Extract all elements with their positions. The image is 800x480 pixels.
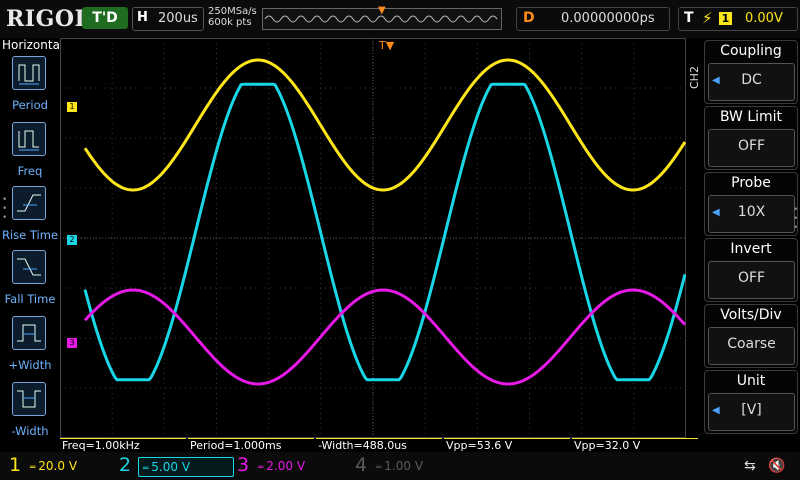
ch1-marker[interactable]: 1 — [67, 102, 77, 112]
measurement-bar: Freq=1.00kHz Period=1.000ms -Width=488.0… — [60, 438, 700, 452]
delay-label: D — [523, 10, 535, 26]
waveform-display[interactable] — [60, 38, 687, 438]
ch2-scale[interactable]: ═ 5.00 V — [138, 457, 234, 477]
acquisition-info: 250MSa/s 600k pts — [208, 6, 257, 28]
menu-item-positive-width[interactable]: +Width — [0, 316, 60, 380]
right-menu-page-dots-icon: • • • — [793, 205, 799, 233]
trigger-label: T — [684, 10, 694, 26]
menu-title: Horizontal — [2, 38, 64, 52]
softkey-value: [V] — [741, 402, 762, 418]
ch2-scale-value: 5.00 V — [151, 460, 191, 474]
softkey-bw-limit[interactable]: BW Limit OFF — [704, 106, 798, 170]
usb-icon: ⇆ — [744, 458, 756, 474]
ch1-trace — [83, 58, 687, 192]
ch3-scale-value: 2.00 V — [266, 459, 306, 473]
trigger-position-marker-icon: ▼ — [378, 5, 386, 16]
ch3-scale[interactable]: ═ 2.00 V — [258, 457, 338, 475]
softkey-value-box: Coarse — [708, 327, 795, 365]
menu-item-label: Rise Time — [1, 228, 59, 242]
top-status-bar: RIGOL T'D H 200us 250MSa/s 600k pts ▼ D … — [0, 0, 800, 38]
softkey-value-box: ◀ 10X — [708, 195, 795, 233]
menu-item-label: +Width — [8, 358, 52, 372]
measurement-vpp-1: Vpp=53.6 V — [444, 438, 570, 452]
trigger-box[interactable]: T ⚡ 1 0.00V — [678, 7, 798, 31]
softkey-title: Volts/Div — [720, 307, 782, 323]
softkey-value-box: OFF — [708, 129, 795, 167]
ch4-number[interactable]: 4 — [352, 454, 370, 476]
ch2-number[interactable]: 2 — [116, 454, 134, 476]
measurement-period: Period=1.000ms — [188, 438, 314, 452]
sample-rate: 250MSa/s — [208, 6, 257, 17]
measurement-negative-width: -Width=488.0us — [316, 438, 442, 452]
trigger-source: 1 — [719, 12, 732, 25]
menu-item-negative-width[interactable]: -Width — [0, 382, 60, 446]
rise-time-icon — [12, 186, 46, 220]
ch4-scale-value: 1.00 V — [384, 459, 424, 473]
horizontal-label: H — [137, 10, 148, 25]
menu-item-label: Period — [12, 98, 48, 112]
softkey-title: Probe — [731, 175, 771, 191]
softkey-value: Coarse — [727, 336, 776, 352]
positive-width-icon — [12, 316, 46, 350]
ch3-trace — [83, 288, 687, 386]
softkey-value-box: ◀ [V] — [708, 393, 795, 431]
measurement-freq: Freq=1.00kHz — [60, 438, 186, 452]
rising-edge-icon: ⚡ — [702, 9, 713, 27]
softkey-title: Coupling — [720, 43, 782, 59]
softkey-title: Unit — [736, 373, 766, 389]
softkey-probe[interactable]: Probe ◀ 10X — [704, 172, 798, 236]
softkey-coupling[interactable]: Coupling ◀ DC — [704, 40, 798, 104]
memory-depth: 600k pts — [208, 17, 252, 28]
softkey-title: Invert — [730, 241, 772, 257]
ch4-scale[interactable]: ═ 1.00 V — [376, 457, 456, 475]
softkey-volts-div[interactable]: Volts/Div Coarse — [704, 304, 798, 368]
channel-tab: CH2 — [688, 66, 701, 90]
menu-item-rise-time[interactable]: Rise Time — [0, 186, 60, 250]
softkey-value: 10X — [737, 204, 766, 220]
ch1-scale-value: 20.0 V — [38, 459, 78, 473]
softkey-value: OFF — [737, 138, 766, 154]
softkey-invert[interactable]: Invert OFF — [704, 238, 798, 302]
ch2-marker[interactable]: 2 — [67, 235, 77, 245]
right-softkey-menu: Coupling ◀ DC BW Limit OFF Probe ◀ 10X I… — [704, 38, 800, 438]
timebase-value: 200us — [158, 11, 198, 26]
ch2-trace — [83, 82, 687, 382]
delay-box[interactable]: D 0.00000000ps — [516, 7, 670, 31]
rigol-logo: RIGOL — [6, 6, 91, 32]
menu-item-freq[interactable]: Freq — [0, 122, 60, 186]
menu-item-fall-time[interactable]: Fall Time — [0, 250, 60, 314]
softkey-title: BW Limit — [719, 109, 783, 125]
trigger-time-marker-icon: T▼ — [379, 39, 395, 52]
measurement-vpp-2: Vpp=32.0 V — [572, 438, 698, 452]
left-softkey-menu: Horizontal Period Freq Rise Time Fall Ti… — [0, 38, 64, 438]
ch1-scale[interactable]: ═ 20.0 V — [30, 457, 100, 475]
negative-width-icon — [12, 382, 46, 416]
run-status-badge[interactable]: T'D — [82, 7, 128, 29]
speaker-muted-icon[interactable]: 🔇 — [768, 458, 785, 474]
softkey-value: DC — [741, 72, 762, 88]
fall-time-icon — [12, 250, 46, 284]
timebase-box[interactable]: H 200us — [132, 7, 204, 31]
ch3-marker[interactable]: 3 — [67, 338, 77, 348]
ch3-number[interactable]: 3 — [234, 454, 252, 476]
trigger-level: 0.00V — [745, 11, 783, 26]
menu-item-label: Freq — [17, 164, 43, 178]
menu-item-label: Fall Time — [4, 292, 56, 306]
delay-value: 0.00000000ps — [561, 11, 655, 26]
softkey-value: OFF — [737, 270, 766, 286]
softkey-value-box: OFF — [708, 261, 795, 299]
menu-page-dots-icon: • • • — [2, 195, 8, 223]
channel-status-bar: 1 ═ 20.0 V 2 ═ 5.00 V 3 ═ 2.00 V 4 ═ 1.0… — [0, 452, 800, 480]
period-icon — [12, 56, 46, 90]
menu-item-label: -Width — [11, 424, 49, 438]
softkey-unit[interactable]: Unit ◀ [V] — [704, 370, 798, 434]
freq-icon — [12, 122, 46, 156]
graticule — [60, 38, 687, 438]
ch1-number[interactable]: 1 — [6, 454, 24, 476]
softkey-value-box: ◀ DC — [708, 63, 795, 101]
menu-item-period[interactable]: Period — [0, 56, 60, 120]
